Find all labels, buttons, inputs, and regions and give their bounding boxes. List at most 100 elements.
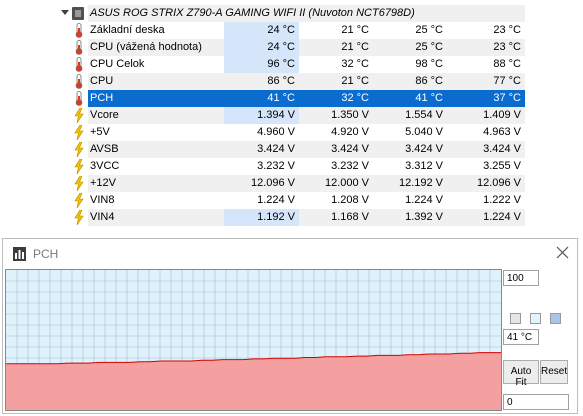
sensor-label: 3VCC <box>90 160 120 172</box>
graph-svg <box>6 270 501 410</box>
sensor-max-value: 86 °C <box>415 75 443 87</box>
sensor-min-value: 4.920 V <box>331 126 369 138</box>
sensor-min-value: 1.208 V <box>331 194 369 206</box>
sensor-avg-value: 3.424 V <box>483 143 521 155</box>
sensor-avg-value: 1.409 V <box>483 109 521 121</box>
sensor-avg-value: 37 °C <box>493 92 521 104</box>
sensor-min-value: 21 °C <box>341 24 369 36</box>
sensor-row[interactable]: PCH 41 °C 32 °C 41 °C 37 °C <box>0 90 583 107</box>
sensor-avg-value: 12.096 V <box>476 177 521 189</box>
graph-window-title: PCH <box>33 247 59 261</box>
sensor-row[interactable]: AVSB 3.424 V 3.424 V 3.424 V 3.424 V <box>0 141 583 158</box>
sensor-row[interactable]: VIN8 1.224 V 1.208 V 1.224 V 1.222 V <box>0 192 583 209</box>
graph-plot-area <box>5 269 502 411</box>
sensor-max-value: 41 °C <box>415 92 443 104</box>
sensor-label: CPU Celok <box>90 58 145 70</box>
thermometer-icon <box>75 57 83 72</box>
graph-app-icon <box>13 247 26 261</box>
auto-fit-button[interactable]: Auto Fit <box>503 360 539 388</box>
sensor-current-value: 24 °C <box>224 22 299 39</box>
sensor-min-value: 32 °C <box>341 58 369 70</box>
sensor-current-value: 1.394 V <box>224 107 299 124</box>
color-swatch-blue[interactable] <box>550 313 561 324</box>
sensor-max-value: 5.040 V <box>405 126 443 138</box>
sensor-min-value: 21 °C <box>341 75 369 87</box>
sensor-row[interactable]: +12V 12.096 V 12.000 V 12.192 V 12.096 V <box>0 175 583 192</box>
close-icon[interactable] <box>556 246 569 259</box>
sensor-max-value: 12.192 V <box>398 177 443 189</box>
sensor-current-value: 4.960 V <box>257 126 295 138</box>
sensor-current-value: 86 °C <box>267 75 295 87</box>
sensor-max-value: 3.424 V <box>405 143 443 155</box>
reset-button[interactable]: Reset <box>540 360 568 384</box>
sensor-label: Vcore <box>90 109 119 121</box>
sensor-row[interactable]: CPU 86 °C 21 °C 86 °C 77 °C <box>0 73 583 90</box>
graph-window[interactable]: PCH 100 41 °C Auto Fit Reset 0 <box>2 238 578 414</box>
sensor-row[interactable]: VIN4 1.192 V 1.168 V 1.392 V 1.224 V <box>0 209 583 226</box>
device-header-row[interactable]: ASUS ROG STRIX Z790-A GAMING WIFI II (Nu… <box>0 5 583 22</box>
color-swatch-lightblue[interactable] <box>530 313 541 324</box>
min-value-field[interactable]: 0 <box>503 394 569 410</box>
sensor-min-value: 3.232 V <box>331 160 369 172</box>
sensor-max-value: 1.224 V <box>405 194 443 206</box>
sensor-avg-value: 88 °C <box>493 58 521 70</box>
chip-icon <box>72 7 84 20</box>
sensor-min-value: 21 °C <box>341 41 369 53</box>
sensor-min-value: 1.350 V <box>331 109 369 121</box>
lightning-icon <box>74 159 84 174</box>
sensor-label: +12V <box>90 177 116 189</box>
sensor-row[interactable]: 3VCC 3.232 V 3.232 V 3.312 V 3.255 V <box>0 158 583 175</box>
sensor-min-value: 12.000 V <box>324 177 369 189</box>
sensor-min-value: 1.168 V <box>331 211 369 223</box>
lightning-icon <box>74 142 84 157</box>
sensor-avg-value: 1.222 V <box>483 194 521 206</box>
collapse-arrow-icon[interactable] <box>61 10 69 15</box>
current-value-field: 41 °C <box>503 329 539 345</box>
current-value-text: 41 °C <box>507 332 533 343</box>
sensor-label: AVSB <box>90 143 119 155</box>
max-value-text: 100 <box>507 273 524 284</box>
sensor-avg-value: 23 °C <box>493 24 521 36</box>
sensor-row[interactable]: CPU (vážená hodnota) 24 °C 21 °C 25 °C 23 °C <box>0 39 583 56</box>
sensor-current-value: 12.096 V <box>250 177 295 189</box>
sensor-label: Základní deska <box>90 24 165 36</box>
sensor-current-value: 1.192 V <box>224 209 299 226</box>
max-value-field[interactable]: 100 <box>503 270 539 286</box>
sensor-current-value: 1.224 V <box>257 194 295 206</box>
sensor-label: PCH <box>90 92 114 104</box>
sensor-label: CPU (vážená hodnota) <box>90 41 202 53</box>
sensor-max-value: 25 °C <box>415 24 443 36</box>
thermometer-icon <box>75 74 83 89</box>
sensor-avg-value: 77 °C <box>493 75 521 87</box>
sensor-row[interactable]: Vcore 1.394 V 1.350 V 1.554 V 1.409 V <box>0 107 583 124</box>
sensor-current-value: 3.232 V <box>257 160 295 172</box>
sensor-row[interactable]: +5V 4.960 V 4.920 V 5.040 V 4.963 V <box>0 124 583 141</box>
sensor-label: +5V <box>90 126 110 138</box>
sensor-label: VIN8 <box>90 194 115 206</box>
sensor-max-value: 1.554 V <box>405 109 443 121</box>
sensor-min-value: 32 °C <box>341 92 369 104</box>
sensor-current-value: 96 °C <box>224 56 299 73</box>
sensor-label: CPU <box>90 75 114 87</box>
lightning-icon <box>74 193 84 208</box>
sensor-row[interactable]: Základní deska 24 °C 21 °C 25 °C 23 °C <box>0 22 583 39</box>
color-swatch-gray[interactable] <box>510 313 521 324</box>
min-value-text: 0 <box>507 397 513 408</box>
thermometer-icon <box>75 23 83 38</box>
sensor-avg-value: 23 °C <box>493 41 521 53</box>
sensor-max-value: 25 °C <box>415 41 443 53</box>
lightning-icon <box>74 108 84 123</box>
sensor-current-value: 24 °C <box>224 39 299 56</box>
lightning-icon <box>74 210 84 225</box>
sensor-current-value: 3.424 V <box>257 143 295 155</box>
sensor-row[interactable]: CPU Celok 96 °C 32 °C 98 °C 88 °C <box>0 56 583 73</box>
sensor-max-value: 1.392 V <box>405 211 443 223</box>
thermometer-icon <box>75 40 83 55</box>
sensor-max-value: 3.312 V <box>405 160 443 172</box>
lightning-icon <box>74 125 84 140</box>
sensor-current-value: 41 °C <box>267 92 295 104</box>
sensor-avg-value: 1.224 V <box>483 211 521 223</box>
sensor-avg-value: 4.963 V <box>483 126 521 138</box>
device-name: ASUS ROG STRIX Z790-A GAMING WIFI II (Nu… <box>90 7 415 19</box>
sensor-min-value: 3.424 V <box>331 143 369 155</box>
